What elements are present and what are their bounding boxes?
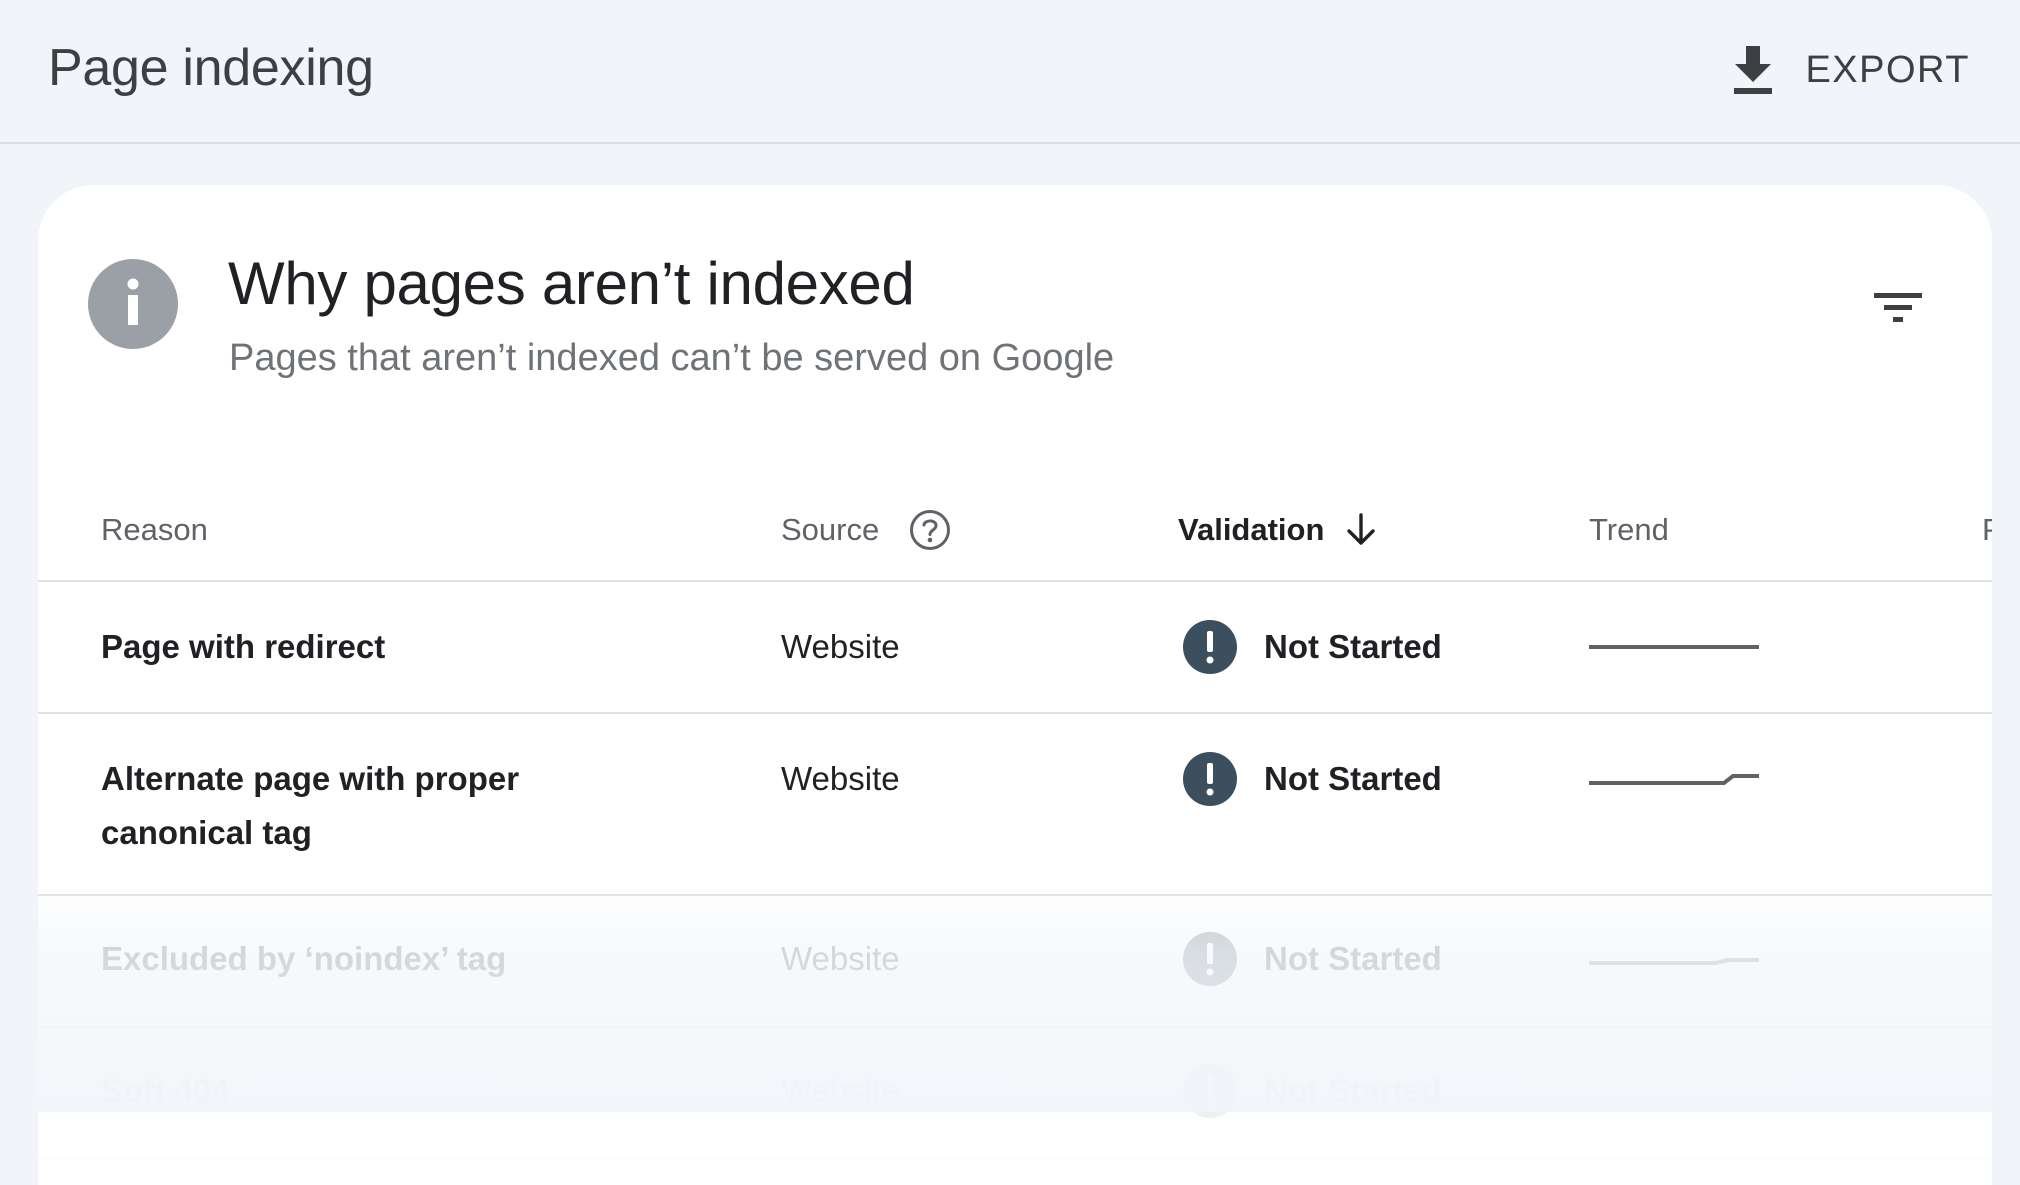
exclamation-icon <box>1183 1064 1237 1118</box>
trend-sparkline <box>1589 958 1759 965</box>
help-icon[interactable] <box>909 509 951 551</box>
exclamation-icon <box>1183 932 1237 986</box>
trend-sparkline <box>1589 774 1759 785</box>
export-label: EXPORT <box>1805 48 1970 91</box>
download-icon <box>1734 46 1773 94</box>
trend-sparkline <box>1589 645 1759 649</box>
column-header-validation[interactable]: Validation <box>1178 480 1378 580</box>
row-reason: Page with redirect <box>101 628 386 665</box>
export-button[interactable]: EXPORT <box>1731 38 1970 102</box>
row-validation: Not Started <box>1183 620 1442 674</box>
row-validation: Not Started <box>1183 1064 1442 1118</box>
table-row[interactable]: Soft 404 Website Not Started <box>38 1028 1992 1160</box>
arrow-down-icon <box>1347 513 1376 545</box>
table-row[interactable]: Excluded by ‘noindex’ tag Website Not St… <box>38 896 1992 1028</box>
card-subtitle: Pages that aren’t indexed can’t be serve… <box>229 337 1115 379</box>
exclamation-icon <box>1183 620 1237 674</box>
column-header-source[interactable]: Source <box>781 480 951 580</box>
card-title: Why pages aren’t indexed <box>228 250 915 317</box>
row-reason: Soft 404 <box>101 1072 230 1109</box>
row-validation: Not Started <box>1183 932 1442 986</box>
validation-status: Not Started <box>1264 628 1442 665</box>
table-header: Reason Source Validation Trend P <box>38 480 1992 582</box>
table-row[interactable]: Page with redirect Website Not Started <box>38 582 1992 714</box>
row-source: Website <box>781 940 900 977</box>
validation-status: Not Started <box>1264 760 1442 797</box>
table-row[interactable]: Alternate page with proper canonical tag… <box>38 714 1992 896</box>
row-source: Website <box>781 628 900 665</box>
validation-status: Not Started <box>1264 1072 1442 1109</box>
info-icon <box>88 259 178 349</box>
page-title: Page indexing <box>48 39 374 97</box>
top-bar: Page indexing EXPORT <box>0 0 2020 144</box>
row-reason: Alternate page with proper canonical tag <box>101 760 520 851</box>
filter-icon[interactable] <box>1870 285 1926 329</box>
why-not-indexed-card: Why pages aren’t indexed Pages that aren… <box>38 185 1992 1185</box>
column-header-pages[interactable]: P <box>1982 480 1992 580</box>
row-source: Website <box>781 1072 900 1109</box>
row-reason: Excluded by ‘noindex’ tag <box>101 940 507 977</box>
column-header-trend[interactable]: Trend <box>1589 480 1669 580</box>
exclamation-icon <box>1183 752 1237 806</box>
column-header-reason[interactable]: Reason <box>101 480 208 580</box>
row-validation: Not Started <box>1183 752 1442 806</box>
validation-status: Not Started <box>1264 940 1442 977</box>
row-source: Website <box>781 760 900 797</box>
